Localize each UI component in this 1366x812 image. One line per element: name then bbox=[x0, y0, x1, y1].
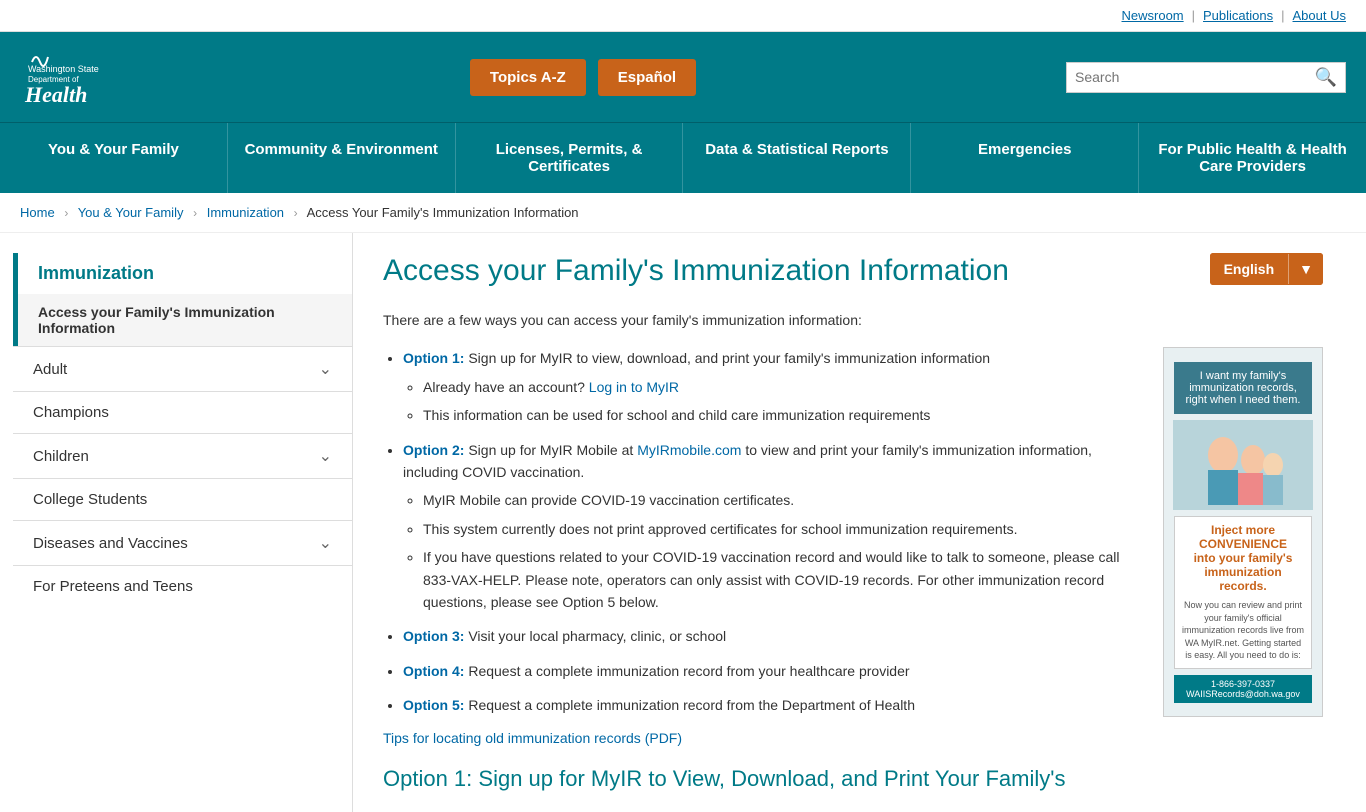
sidebar-item-children[interactable]: Children ⌄ bbox=[13, 433, 352, 478]
option-4-text: Request a complete immunization record f… bbox=[468, 663, 909, 679]
nav-public-health[interactable]: For Public Health & Health Care Provider… bbox=[1139, 123, 1366, 193]
option-2-text: Sign up for MyIR Mobile at bbox=[468, 442, 637, 458]
sidebar-item-label-diseases: Diseases and Vaccines bbox=[33, 535, 188, 552]
option-2-sublist: MyIR Mobile can provide COVID-19 vaccina… bbox=[403, 489, 1143, 613]
svg-text:Washington State: Washington State bbox=[28, 64, 99, 74]
intro-text: There are a few ways you can access your… bbox=[383, 309, 1323, 331]
sidebar-item-college-students[interactable]: College Students bbox=[13, 478, 352, 520]
sidebar-active-item: Access your Family's Immunization Inform… bbox=[13, 294, 352, 346]
language-dropdown-button[interactable]: ▼ bbox=[1289, 253, 1323, 285]
option-4-label: Option 4: bbox=[403, 663, 464, 679]
header-main: Washington State Department of Health To… bbox=[0, 32, 1366, 122]
side-image-header: I want my family's immunization records,… bbox=[1174, 362, 1312, 414]
language-switcher: English ▼ bbox=[1210, 253, 1323, 285]
nav-data-statistical[interactable]: Data & Statistical Reports bbox=[683, 123, 911, 193]
sidebar-item-preteens-teens[interactable]: For Preteens and Teens bbox=[13, 565, 352, 607]
option1-section-heading: Option 1: Sign up for MyIR to View, Down… bbox=[383, 766, 1143, 792]
side-image-caption: Inject moreCONVENIENCEinto your family's… bbox=[1174, 516, 1312, 669]
option-1-sub-2: This information can be used for school … bbox=[423, 404, 1143, 426]
breadcrumb-home[interactable]: Home bbox=[20, 205, 55, 220]
search-button[interactable]: 🔍 bbox=[1315, 67, 1337, 88]
option-1-text: Sign up for MyIR to view, download, and … bbox=[468, 350, 990, 366]
sidebar-item-label-adult: Adult bbox=[33, 361, 67, 378]
option-2-item: Option 2: Sign up for MyIR Mobile at MyI… bbox=[403, 439, 1143, 614]
chevron-down-icon: ⌄ bbox=[319, 359, 332, 379]
options-list: Option 1: Sign up for MyIR to view, down… bbox=[383, 347, 1143, 716]
nav-licenses-permits[interactable]: Licenses, Permits, & Certificates bbox=[456, 123, 684, 193]
chevron-down-icon-diseases: ⌄ bbox=[319, 533, 332, 553]
myirmobile-link[interactable]: MyIRmobile.com bbox=[637, 442, 741, 458]
english-button[interactable]: English bbox=[1210, 253, 1289, 285]
option-2-label: Option 2: bbox=[403, 442, 464, 458]
breadcrumb-you-your-family[interactable]: You & Your Family bbox=[78, 205, 184, 220]
sidebar: Immunization Access your Family's Immuni… bbox=[13, 233, 353, 812]
sidebar-title[interactable]: Immunization bbox=[13, 253, 352, 294]
option-1-sublist: Already have an account? Log in to MyIR … bbox=[403, 376, 1143, 427]
chevron-down-icon-children: ⌄ bbox=[319, 446, 332, 466]
sidebar-item-label-champions: Champions bbox=[33, 404, 109, 421]
page-title-row: Access your Family's Immunization Inform… bbox=[383, 253, 1323, 289]
topics-az-button[interactable]: Topics A-Z bbox=[470, 59, 586, 96]
header-top: Newsroom | Publications | About Us bbox=[0, 0, 1366, 32]
about-us-link[interactable]: About Us bbox=[1293, 8, 1346, 23]
espanol-button[interactable]: Español bbox=[598, 59, 696, 96]
search-input[interactable] bbox=[1075, 69, 1315, 85]
sidebar-item-diseases-vaccines[interactable]: Diseases and Vaccines ⌄ bbox=[13, 520, 352, 565]
option-3-label: Option 3: bbox=[403, 628, 464, 644]
option-4-item: Option 4: Request a complete immunizatio… bbox=[403, 660, 1143, 682]
option-5-item: Option 5: Request a complete immunizatio… bbox=[403, 694, 1143, 716]
sidebar-item-label-college: College Students bbox=[33, 491, 147, 508]
option-3-text: Visit your local pharmacy, clinic, or sc… bbox=[468, 628, 726, 644]
option-2-sub-3: If you have questions related to your CO… bbox=[423, 546, 1143, 613]
option-1-sub-1: Already have an account? Log in to MyIR bbox=[423, 376, 1143, 398]
top-nav-links: Newsroom | Publications | About Us bbox=[1122, 8, 1347, 23]
content-wrapper: Immunization Access your Family's Immuni… bbox=[13, 233, 1353, 812]
option-5-text: Request a complete immunization record f… bbox=[468, 697, 915, 713]
option-3-item: Option 3: Visit your local pharmacy, cli… bbox=[403, 625, 1143, 647]
logo: Washington State Department of Health bbox=[20, 42, 100, 112]
page-title: Access your Family's Immunization Inform… bbox=[383, 253, 1190, 289]
svg-text:Health: Health bbox=[24, 82, 87, 107]
nav-emergencies[interactable]: Emergencies bbox=[911, 123, 1139, 193]
option-2-sub-1: MyIR Mobile can provide COVID-19 vaccina… bbox=[423, 489, 1143, 511]
main-nav: You & Your Family Community & Environmen… bbox=[0, 122, 1366, 193]
family-photo-placeholder bbox=[1173, 420, 1313, 510]
breadcrumb: Home › You & Your Family › Immunization … bbox=[0, 193, 1366, 233]
header-center-buttons: Topics A-Z Español bbox=[470, 59, 696, 96]
newsroom-link[interactable]: Newsroom bbox=[1122, 8, 1184, 23]
logo-area: Washington State Department of Health bbox=[20, 42, 100, 112]
option-1-label: Option 1: bbox=[403, 350, 464, 366]
option-1-item: Option 1: Sign up for MyIR to view, down… bbox=[403, 347, 1143, 426]
nav-community-environment[interactable]: Community & Environment bbox=[228, 123, 456, 193]
sidebar-item-adult[interactable]: Adult ⌄ bbox=[13, 346, 352, 391]
options-list-area: Option 1: Sign up for MyIR to view, down… bbox=[383, 347, 1143, 792]
publications-link[interactable]: Publications bbox=[1203, 8, 1273, 23]
search-area: 🔍 bbox=[1066, 62, 1346, 93]
login-myir-link[interactable]: Log in to MyIR bbox=[589, 379, 679, 395]
side-image-footer: 1-866-397-0337WAIISRecords@doh.wa.gov bbox=[1174, 675, 1312, 703]
side-image-panel: I want my family's immunization records,… bbox=[1163, 347, 1323, 717]
breadcrumb-current: Access Your Family's Immunization Inform… bbox=[307, 205, 579, 220]
search-icon: 🔍 bbox=[1315, 67, 1337, 87]
option-2-sub-2: This system currently does not print app… bbox=[423, 518, 1143, 540]
breadcrumb-immunization[interactable]: Immunization bbox=[207, 205, 284, 220]
sidebar-item-label-preteens: For Preteens and Teens bbox=[33, 578, 193, 595]
sidebar-item-label-children: Children bbox=[33, 448, 89, 465]
nav-you-your-family[interactable]: You & Your Family bbox=[0, 123, 228, 193]
sidebar-item-champions[interactable]: Champions bbox=[13, 391, 352, 433]
content-with-image: Option 1: Sign up for MyIR to view, down… bbox=[383, 347, 1323, 792]
main-content: Access your Family's Immunization Inform… bbox=[353, 233, 1353, 812]
tips-pdf-link[interactable]: Tips for locating old immunization recor… bbox=[383, 730, 1143, 746]
option-5-label: Option 5: bbox=[403, 697, 464, 713]
